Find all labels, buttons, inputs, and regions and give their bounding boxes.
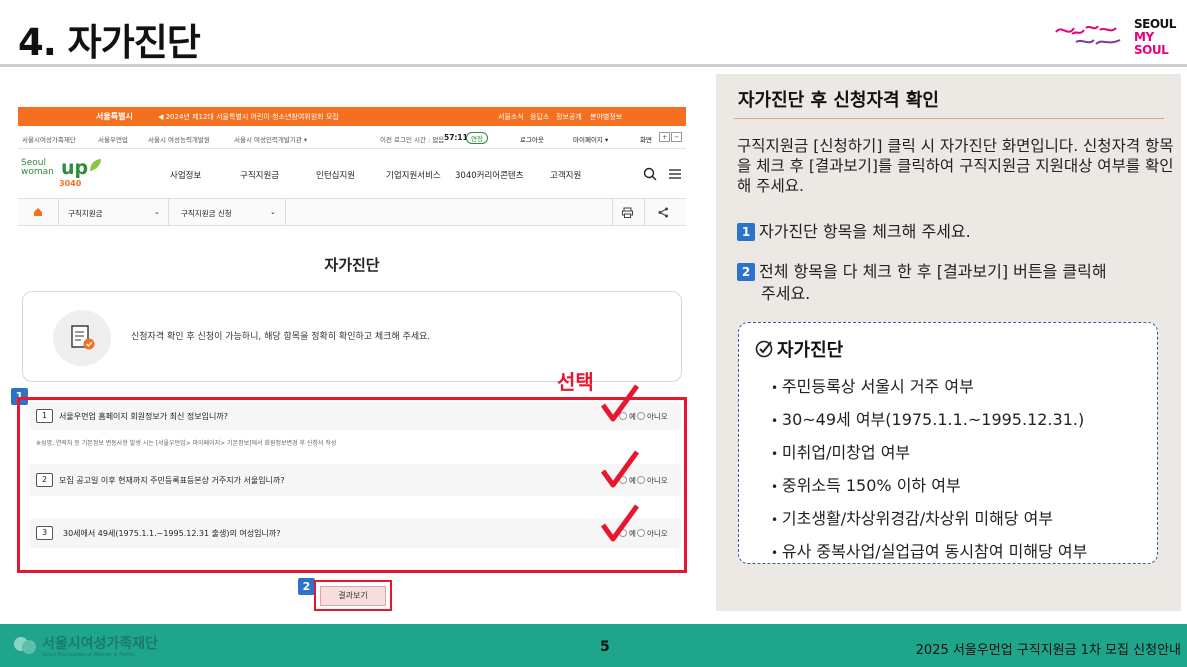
footer-org-name: 서울시여성가족재단 <box>42 636 158 652</box>
logo-seoul-line2: MY SOUL <box>1134 30 1169 57</box>
card-title-text: 자가진단 <box>777 340 844 361</box>
site-subbar: 서울시여성가족재단 서울우먼업 서울시 여성능력개발원 서울시 여성인력개발기관… <box>18 127 686 149</box>
slide-title: 4. 자가진단 <box>18 21 201 64</box>
seoul-my-soul-logo: SEOUL MY SOUL <box>1134 18 1182 57</box>
panel-divider <box>734 118 1164 119</box>
zoom-label: 화면 <box>640 136 652 144</box>
radio-no[interactable]: 아니오 <box>637 475 668 486</box>
site-link-womanup[interactable]: 서울우먼업 <box>98 134 128 144</box>
session-timer: 57:11 <box>444 133 468 142</box>
panel-description: 구직지원금 [신청하기] 클릭 시 자가진단 화면입니다. 신청자격 항목을 체… <box>737 137 1174 195</box>
checkmark-icon <box>600 504 640 542</box>
menu-icon[interactable] <box>669 168 681 180</box>
topbar-link-info[interactable]: 정보공개 <box>556 112 582 122</box>
seoul-womanup-logo[interactable]: Seoul woman up 3040 <box>21 157 111 191</box>
step-badge: 2 <box>737 263 755 281</box>
footer-org-name-en: Seoul Foundation of Women & Family <box>42 652 136 658</box>
nav-item-job-grant[interactable]: 구직지원금 <box>240 169 279 181</box>
chevron-down-icon[interactable]: ⌄ <box>154 208 160 216</box>
step-text: 자가진단 항목을 체크해 주세요. <box>759 222 971 241</box>
search-icon[interactable] <box>643 167 657 181</box>
zoom-in-button[interactable]: + <box>659 132 671 142</box>
topbar-link-response[interactable]: 응답소 <box>530 112 549 122</box>
question-text: 서울우먼업 홈페이지 회원정보가 최신 정보입니까? <box>59 412 228 421</box>
main-nav: Seoul woman up 3040 사업정보 구직지원금 인턴십지원 기업지… <box>18 152 686 196</box>
panel-title: 자가진단 후 신청자격 확인 <box>738 90 939 111</box>
question-row-2: 2 모집 공고일 이후 현재까지 주민등록표등본상 거주지가 서울입니까? 예 … <box>29 464 681 496</box>
page-number: 5 <box>600 639 610 655</box>
topbar-notice[interactable]: ◀ 2024년 제12대 서울특별시 어린이·청소년참여위원회 모집 <box>158 112 339 122</box>
select-annotation: 선택 <box>557 370 594 394</box>
result-button-highlight: 결과보기 <box>314 580 392 611</box>
extend-session-button[interactable]: 연장 <box>466 132 488 144</box>
login-time-label: 이전 로그인 시간 : 없음 <box>380 136 445 144</box>
radio-no[interactable]: 아니오 <box>637 528 668 539</box>
logout-link[interactable]: 로그아웃 <box>520 134 544 144</box>
radio-no[interactable]: 아니오 <box>637 411 668 422</box>
home-icon[interactable] <box>33 207 43 217</box>
breadcrumb: 구직지원금 ⌄ 구직지원금 신청 ⌄ <box>18 198 686 226</box>
share-icon[interactable] <box>658 207 669 218</box>
question-note: ※성명, 연락처 등 기본정보 변동사항 발생 시는 [서울우먼업> 마이페이지… <box>36 440 337 447</box>
nav-item-customer-support[interactable]: 고객지원 <box>550 169 581 181</box>
list-item: 미취업/미창업 여부 <box>771 437 1087 470</box>
step-text: 전체 항목을 다 체크 한 후 [결과보기] 버튼을 클릭해 주세요. <box>759 262 1107 303</box>
brand-woman: woman <box>21 167 54 177</box>
panel-step-1: 1 자가진단 항목을 체크해 주세요. <box>737 218 971 242</box>
notice-text: 신청자격 확인 후 신청이 가능하니, 해당 항목을 정확히 확인하고 체크해 … <box>131 332 431 342</box>
nav-item-internship[interactable]: 인턴십지원 <box>316 169 355 181</box>
foundation-logo-icon <box>14 637 36 654</box>
site-link-foundation[interactable]: 서울시여성가족재단 <box>22 134 76 144</box>
panel-step-2: 2 전체 항목을 다 체크 한 후 [결과보기] 버튼을 클릭해 주세요. <box>737 261 1117 305</box>
self-check-card: 자가진단 주민등록상 서울시 거주 여부 30~49세 여부(1975.1.1.… <box>738 322 1158 564</box>
question-number: 3 <box>36 526 53 540</box>
list-item: 30~49세 여부(1975.1.1.~1995.12.31.) <box>771 404 1087 437</box>
checkbox-checked-icon <box>755 340 773 358</box>
card-title: 자가진단 <box>755 336 843 362</box>
view-result-button[interactable]: 결과보기 <box>320 586 386 606</box>
seoul-city-brand[interactable]: 서울특별시 <box>96 111 133 122</box>
site-topbar: 서울특별시 ◀ 2024년 제12대 서울특별시 어린이·청소년참여위원회 모집… <box>18 107 686 126</box>
breadcrumb-level2[interactable]: 구직지원금 신청 <box>181 208 232 219</box>
footer-caption: 2025 서울우먼업 구직지원금 1차 모집 신청안내 <box>915 643 1181 658</box>
criteria-list: 주민등록상 서울시 거주 여부 30~49세 여부(1975.1.1.~1995… <box>771 371 1087 569</box>
question-row-1: 1 서울우먼업 홈페이지 회원정보가 최신 정보입니까? 예 아니오 <box>29 402 681 430</box>
radio-no-label: 아니오 <box>647 529 668 538</box>
radio-no-label: 아니오 <box>647 412 668 421</box>
breadcrumb-level1[interactable]: 구직지원금 <box>68 208 103 219</box>
question-text: 모집 공고일 이후 현재까지 주민등록표등본상 거주지가 서울입니까? <box>59 476 285 485</box>
slide-footer: 서울시여성가족재단 Seoul Foundation of Women & Fa… <box>0 624 1187 667</box>
list-item: 기초생활/차상위경감/차상위 미해당 여부 <box>771 503 1087 536</box>
question-row-3: 3 30세에서 49세(1975.1.1.~1995.12.31 출생)의 여성… <box>29 518 681 548</box>
list-item: 주민등록상 서울시 거주 여부 <box>771 371 1087 404</box>
step-badge: 1 <box>737 223 755 241</box>
site-link-dev-agencies[interactable]: 서울시 여성인력개발기관 ▾ <box>234 134 307 144</box>
page-heading: 자가진단 <box>324 256 380 274</box>
nav-item-career-content[interactable]: 3040커리어콘텐츠 <box>455 169 524 181</box>
print-icon[interactable] <box>622 207 633 218</box>
site-link-dev-center[interactable]: 서울시 여성능력개발원 <box>148 134 210 144</box>
mypage-menu[interactable]: 마이페이지 ▾ <box>573 134 608 144</box>
nav-item-corporate-support[interactable]: 기업지원서비스 <box>386 169 441 181</box>
nav-item-business-info[interactable]: 사업정보 <box>170 169 201 181</box>
brand-up: up <box>61 157 89 179</box>
chevron-down-icon[interactable]: ⌄ <box>270 208 276 216</box>
leaf-icon <box>90 159 101 171</box>
checkmark-icon <box>600 384 640 422</box>
radio-no-label: 아니오 <box>647 476 668 485</box>
step2-badge: 2 <box>298 578 315 595</box>
topbar-link-field[interactable]: 분야별정보 <box>590 112 622 122</box>
checkmark-icon <box>600 450 640 488</box>
question-text: 30세에서 49세(1975.1.1.~1995.12.31 출생)의 여성입니… <box>63 529 281 538</box>
list-item: 중위소득 150% 이하 여부 <box>771 470 1087 503</box>
question-number: 1 <box>36 409 53 423</box>
document-check-icon <box>53 310 111 366</box>
topbar-link-news[interactable]: 서울소식 <box>498 112 524 122</box>
list-item: 유사 중복사업/실업급여 동시참여 미해당 여부 <box>771 536 1087 569</box>
zoom-out-button[interactable]: − <box>671 132 683 142</box>
brand-3040: 3040 <box>59 179 82 188</box>
title-divider <box>0 64 1187 67</box>
question-number: 2 <box>36 473 53 487</box>
seoul-slogan-logo <box>1055 25 1121 45</box>
